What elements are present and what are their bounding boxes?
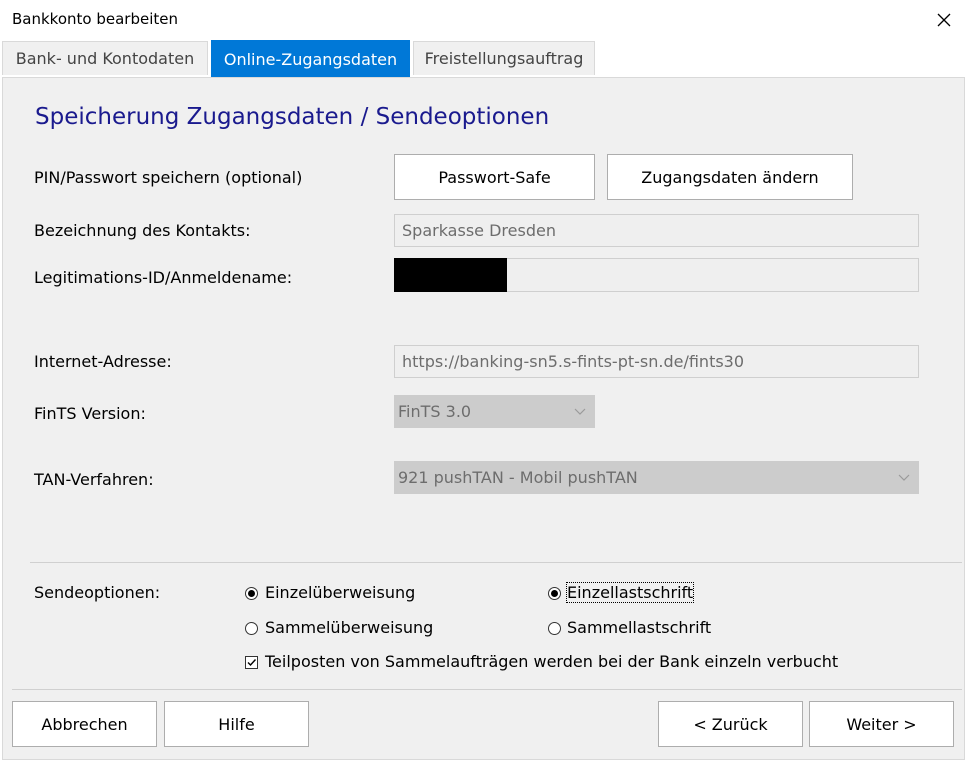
sammelueberweisung-label: Sammelüberweisung [265,618,434,637]
tab-strip: Bank- und Kontodaten Online-Zugangsdaten… [0,40,967,77]
button-label: Weiter > [846,714,917,734]
abbrechen-button[interactable]: Abbrechen [12,701,157,747]
zurueck-button[interactable]: < Zurück [658,701,803,747]
sammellastschrift-label: Sammellastschrift [567,618,712,637]
pin-label: PIN/Passwort speichern (optional) [34,168,303,187]
contact-field[interactable]: Sparkasse Dresden [394,214,919,247]
checkmark-icon [247,659,257,667]
fints-label: FinTS Version: [34,404,146,423]
section-heading: Speicherung Zugangsdaten / Sendeoptionen [35,104,550,130]
redacted-login-value [394,258,507,292]
tan-verfahren-select[interactable]: 921 pushTAN - Mobil pushTAN [394,461,919,494]
weiter-button[interactable]: Weiter > [809,701,954,747]
chevron-down-icon [898,474,910,481]
divider [30,562,962,563]
teilposten-checkbox[interactable] [245,656,258,669]
tab-bank-kontodaten[interactable]: Bank- und Kontodaten [2,41,208,75]
fints-version-select[interactable]: FinTS 3.0 [394,395,595,428]
einzelueberweisung-label: Einzelüberweisung [265,583,416,602]
einzellastschrift-radio[interactable] [548,587,561,600]
button-label: Passwort-Safe [438,167,551,187]
button-label: < Zurück [693,714,768,734]
internet-address-field[interactable]: https://banking-sn5.s-fints-pt-sn.de/fin… [394,345,919,378]
einzellastschrift-label: Einzellastschrift [565,582,695,603]
tan-selected: 921 pushTAN - Mobil pushTAN [398,468,638,487]
button-label: Zugangsdaten ändern [641,167,819,187]
sammelueberweisung-radio[interactable] [245,622,258,635]
sendeoptionen-label: Sendeoptionen: [34,583,161,602]
button-label: Hilfe [218,714,255,734]
internet-label: Internet-Adresse: [34,352,172,371]
tab-online-zugangsdaten[interactable]: Online-Zugangsdaten [211,40,410,77]
window-title: Bankkonto bearbeiten [12,10,178,28]
chevron-down-icon [574,408,586,415]
tab-label: Freistellungsauftrag [424,49,584,68]
tab-label: Online-Zugangsdaten [223,49,398,69]
passwort-safe-button[interactable]: Passwort-Safe [394,154,595,200]
sammellastschrift-radio[interactable] [548,622,561,635]
einzelueberweisung-radio[interactable] [245,587,258,600]
close-icon[interactable] [930,6,958,34]
tab-freistellungsauftrag[interactable]: Freistellungsauftrag [413,41,595,75]
contact-label: Bezeichnung des Kontakts: [34,221,251,240]
footer-divider [12,689,962,690]
title-bar: Bankkonto bearbeiten [0,0,967,40]
tan-label: TAN-Verfahren: [34,470,154,489]
fints-selected: FinTS 3.0 [398,402,472,421]
hilfe-button[interactable]: Hilfe [164,701,309,747]
zugangsdaten-aendern-button[interactable]: Zugangsdaten ändern [607,154,853,200]
button-label: Abbrechen [41,714,128,734]
login-label: Legitimations-ID/Anmeldename: [34,268,293,287]
tab-label: Bank- und Kontodaten [15,49,195,68]
teilposten-label: Teilposten von Sammelaufträgen werden be… [265,652,839,671]
